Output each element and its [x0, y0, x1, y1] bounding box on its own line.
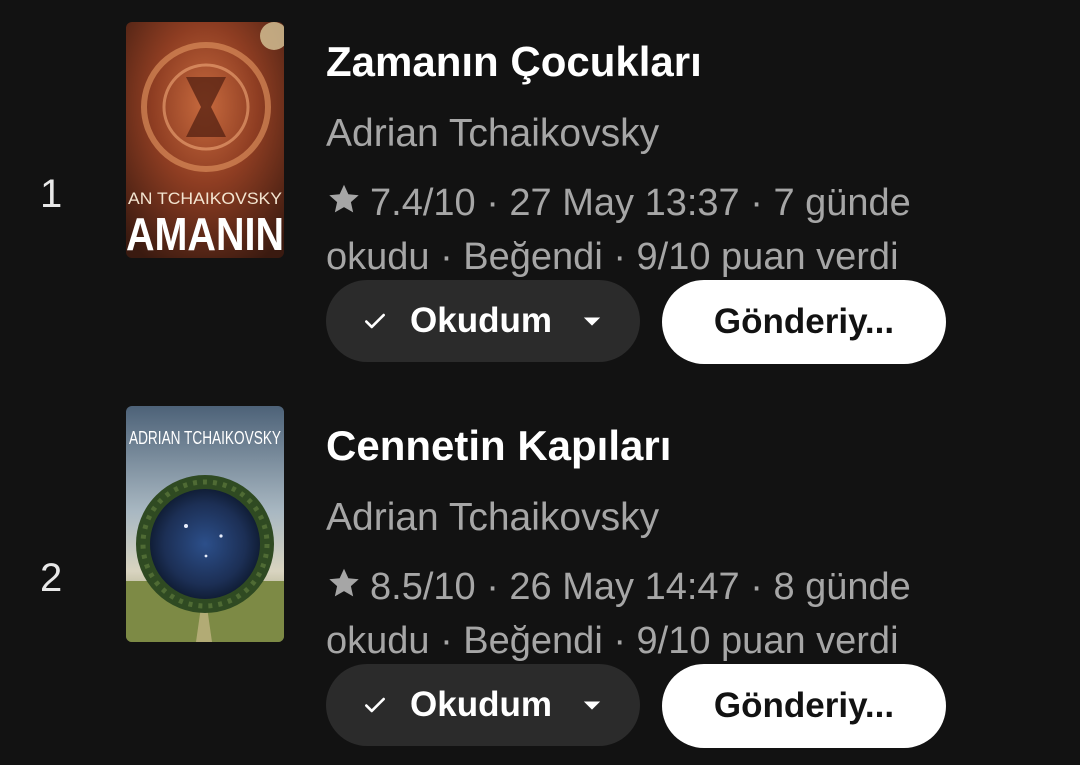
cover-author-text: AN TCHAIKOVSKY: [128, 189, 282, 208]
rank-number: 1: [40, 172, 63, 216]
rank-number: 2: [40, 556, 63, 600]
book-author[interactable]: Adrian Tchaikovsky: [326, 110, 659, 158]
book-cover[interactable]: AN TCHAIKOVSKY AMANIN: [126, 22, 284, 258]
check-icon: [362, 692, 388, 718]
reading-status-label: Okudum: [410, 301, 552, 340]
cover-title-text: AMANIN: [126, 208, 284, 258]
reading-list: 1 AN TCHAIKOVSKY AMANIN Zamanın Çocuklar…: [0, 0, 1080, 765]
star-icon: [326, 565, 362, 601]
star-icon: [326, 181, 362, 217]
book-cover[interactable]: ADRIAN TCHAIKOVSKY: [126, 406, 284, 642]
meta-text: 7.4/10 · 27 May 13:37 · 7 günde okudu · …: [326, 182, 911, 278]
book-meta: 7.4/10 · 27 May 13:37 · 7 günde okudu · …: [326, 176, 966, 284]
list-item[interactable]: 1 AN TCHAIKOVSKY AMANIN Zamanın Çocuklar…: [0, 0, 1080, 384]
book-author[interactable]: Adrian Tchaikovsky: [326, 494, 659, 542]
book-title[interactable]: Zamanın Çocukları: [326, 38, 702, 86]
caret-down-icon: [578, 307, 606, 335]
cover-author-text: ADRIAN TCHAIKOVSKY: [129, 428, 281, 448]
reading-status-dropdown[interactable]: Okudum: [326, 280, 640, 362]
reading-status-label: Okudum: [410, 685, 552, 724]
book-meta: 8.5/10 · 26 May 14:47 · 8 günde okudu · …: [326, 560, 966, 668]
meta-text: 8.5/10 · 26 May 14:47 · 8 günde okudu · …: [326, 566, 911, 662]
check-icon: [362, 308, 388, 334]
reading-status-dropdown[interactable]: Okudum: [326, 664, 640, 746]
caret-down-icon: [578, 691, 606, 719]
book-title[interactable]: Cennetin Kapıları: [326, 422, 671, 470]
send-button[interactable]: Gönderiy...: [662, 664, 946, 748]
list-item[interactable]: 2 ADRIAN TCHAIKOVSKY Cennetin Kapıları A…: [0, 384, 1080, 765]
send-button[interactable]: Gönderiy...: [662, 280, 946, 364]
